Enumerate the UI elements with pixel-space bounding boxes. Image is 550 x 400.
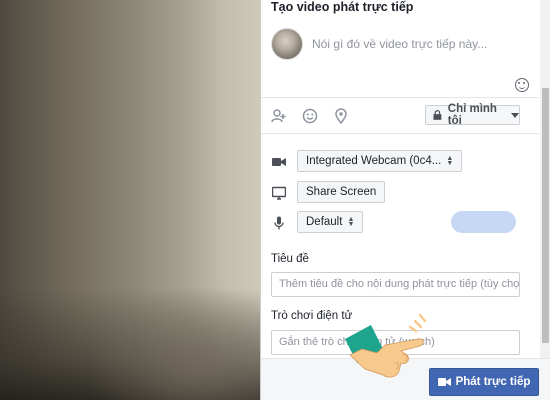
panel-scrollbar[interactable] <box>540 0 550 358</box>
microphone-icon <box>272 216 286 230</box>
tag-people-icon[interactable] <box>271 108 287 124</box>
chevron-down-icon <box>511 112 519 118</box>
mic-level-indicator <box>451 211 516 233</box>
pointing-hand-icon <box>345 313 427 378</box>
location-icon[interactable] <box>333 108 349 125</box>
privacy-label: Chỉ mình tôi <box>447 103 497 127</box>
webcam-preview <box>0 0 260 400</box>
mic-select-value: Default <box>306 216 343 228</box>
updown-icon: ▲ ▼ <box>446 155 454 167</box>
lock-icon <box>433 110 442 120</box>
go-live-label: Phát trực tiếp <box>455 376 531 388</box>
composer-input[interactable]: Nói gì đó về video trực tiếp này... <box>312 37 487 51</box>
feeling-icon[interactable] <box>302 108 318 124</box>
go-live-button[interactable]: Phát trực tiếp <box>429 368 539 396</box>
camera-source-row: Integrated Webcam (0c4... ▲ ▼ <box>261 150 539 174</box>
video-camera-icon <box>437 378 451 386</box>
composer-actions: Chỉ mình tôi <box>261 98 539 134</box>
mic-select[interactable]: Default ▲ ▼ <box>297 211 364 233</box>
monitor-icon <box>271 186 287 200</box>
privacy-selector[interactable]: Chỉ mình tôi <box>425 103 520 127</box>
screen-source-row: Share Screen <box>261 181 539 205</box>
camera-select[interactable]: Integrated Webcam (0c4... ▲ ▼ <box>297 150 463 172</box>
composer: Nói gì đó về video trực tiếp này... <box>261 16 539 98</box>
share-screen-button[interactable]: Share Screen <box>297 181 386 203</box>
panel-title: Tạo video phát trực tiếp <box>271 0 414 14</box>
mic-source-row: Default ▲ ▼ <box>261 211 539 235</box>
avatar <box>271 28 303 60</box>
updown-icon: ▲ ▼ <box>347 216 355 228</box>
video-camera-icon <box>272 155 286 169</box>
camera-select-value: Integrated Webcam (0c4... <box>306 155 442 167</box>
scrollbar-thumb[interactable] <box>542 88 549 343</box>
share-screen-label: Share Screen <box>306 186 377 198</box>
emoji-icon[interactable] <box>515 78 529 92</box>
title-label: Tiêu đề <box>271 253 309 265</box>
title-input[interactable]: Thêm tiêu đề cho nội dung phát trực tiếp… <box>271 272 520 297</box>
